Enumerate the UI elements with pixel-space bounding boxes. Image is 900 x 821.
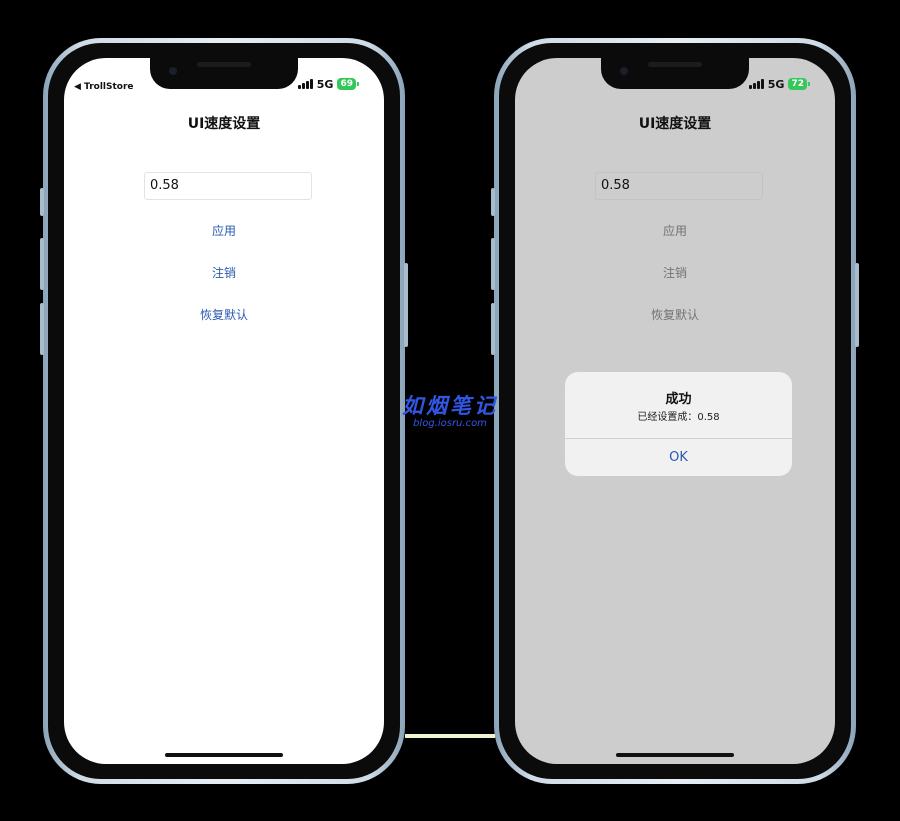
alert-message: 已经设置成：0.58 [637,412,720,423]
volume-up-button [491,238,495,290]
speaker [197,62,251,67]
front-camera [620,67,628,75]
home-indicator[interactable] [165,753,283,757]
bezel: ◀ TrollStore 5G 69 UI速度设置 0.58 应用 注销 恢复默… [48,43,400,779]
volume-down-button [491,303,495,355]
mute-switch [40,188,44,216]
alert-title: 成功 [665,392,692,407]
volume-down-button [40,303,44,355]
power-button [404,263,408,347]
mute-switch [491,188,495,216]
front-camera [169,67,177,75]
volume-up-button [40,238,44,290]
signal-icon [297,79,313,89]
speed-input[interactable]: 0.58 [595,172,763,200]
status-bar-right: 5G 69 [297,77,359,91]
phone-frame-left: ◀ TrollStore 5G 69 UI速度设置 0.58 应用 注销 恢复默… [40,38,408,784]
reset-default-button[interactable]: 恢复默认 [64,306,384,323]
page-title: UI速度设置 [187,116,261,132]
battery-icon: 69 [337,78,359,90]
apply-button[interactable]: 应用 [64,222,384,239]
reset-default-button[interactable]: 恢复默认 [515,306,835,323]
screen-left: ◀ TrollStore 5G 69 UI速度设置 0.58 应用 注销 恢复默… [64,58,384,764]
notch [150,58,298,89]
logout-button[interactable]: 注销 [515,264,835,281]
connector-line [405,734,495,738]
logout-button[interactable]: 注销 [64,264,384,281]
speaker [648,62,702,67]
status-bar-right: 5G 72 [748,77,810,91]
screen-right: 5G 72 UI速度设置 0.58 应用 注销 恢复默认 成功 已经设置成：0.… [515,58,835,764]
back-to-trollstore-link[interactable]: ◀ TrollStore [74,82,134,96]
phone-frame-right: 5G 72 UI速度设置 0.58 应用 注销 恢复默认 成功 已经设置成：0.… [491,38,859,784]
home-indicator[interactable] [616,753,734,757]
signal-icon [748,79,764,89]
bezel: 5G 72 UI速度设置 0.58 应用 注销 恢复默认 成功 已经设置成：0.… [499,43,851,779]
page-title: UI速度设置 [638,116,712,132]
apply-button[interactable]: 应用 [515,222,835,239]
speed-input[interactable]: 0.58 [144,172,312,200]
notch [601,58,749,89]
network-label: 5G [767,77,785,91]
battery-icon: 72 [788,78,810,90]
network-label: 5G [316,77,334,91]
watermark-title: 如烟笔记 [402,394,498,418]
alert-ok-button[interactable]: OK [565,439,792,476]
watermark: 如烟笔记 blog.iosru.com [386,390,514,429]
power-button [855,263,859,347]
success-alert-dialog: 成功 已经设置成：0.58 OK [565,372,792,476]
